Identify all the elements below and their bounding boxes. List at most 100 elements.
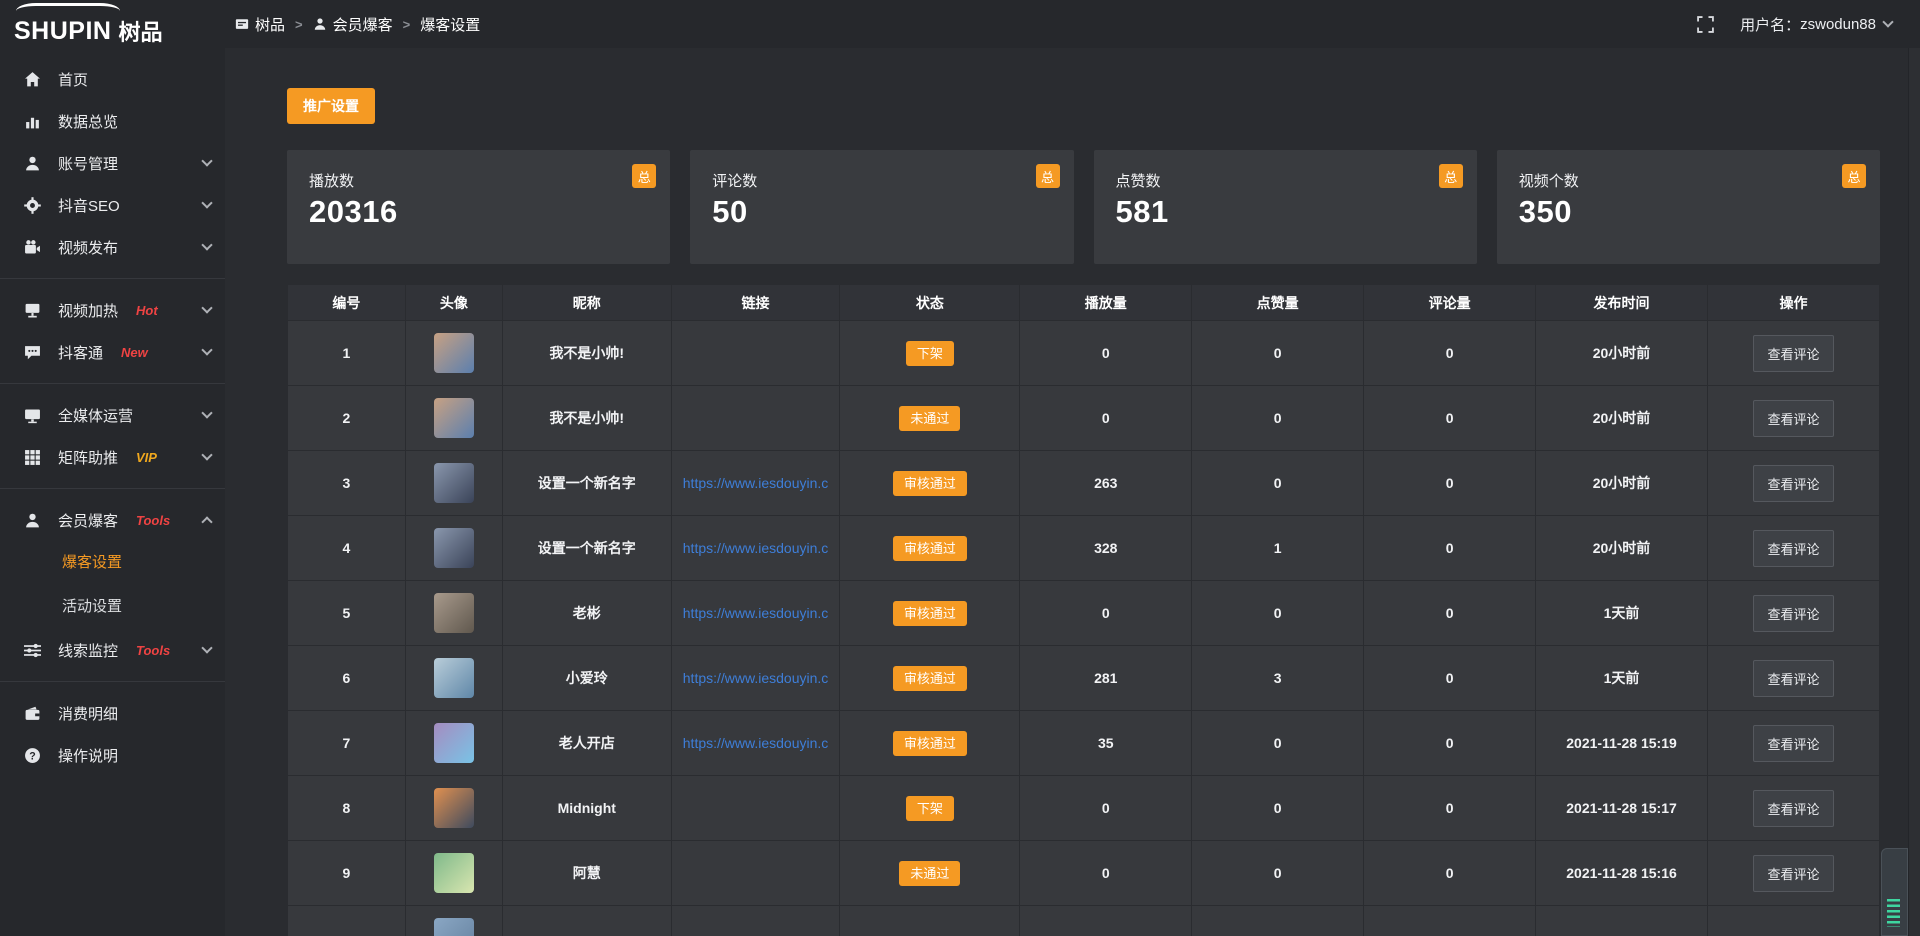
sidebar-item-线索监控[interactable]: 线索监控Tools	[0, 629, 225, 671]
cell-nickname: 老人开店	[502, 711, 671, 776]
cell-plays: 281	[1020, 646, 1192, 711]
cell-id: 3	[288, 451, 406, 516]
cell-action: 查看评论	[1707, 386, 1879, 451]
cell-plays: 0	[1020, 776, 1192, 841]
breadcrumb-label: 爆客设置	[420, 14, 480, 35]
sidebar-item-会员爆客[interactable]: 会员爆客 Tools	[0, 499, 225, 541]
stat-value: 350	[1519, 194, 1860, 230]
sidebar-item-视频发布[interactable]: 视频发布	[0, 226, 225, 268]
sidebar-item-label: 抖客通	[58, 342, 103, 363]
cell-time: 1天前	[1536, 581, 1708, 646]
status-badge: 下架	[906, 341, 954, 366]
view-comments-button[interactable]: 查看评论	[1753, 335, 1833, 372]
breadcrumb-item[interactable]: 爆客设置	[420, 14, 480, 35]
sidebar-item-全媒体运营[interactable]: 全媒体运营	[0, 394, 225, 436]
user-menu[interactable]: 用户名： zswodun88	[1740, 14, 1892, 35]
chevron-down-icon	[201, 239, 212, 250]
chevron-down-icon	[201, 155, 212, 166]
fullscreen-icon[interactable]	[1697, 16, 1714, 33]
cell-comments: 0	[1364, 516, 1536, 581]
app-logo[interactable]: SHUPIN 树品	[0, 0, 225, 48]
sidebar-item-label: 抖音SEO	[58, 195, 120, 216]
video-link[interactable]: https://www.iesdouyin.c	[678, 475, 834, 491]
scrollbar[interactable]	[1908, 48, 1920, 936]
table-row: 2我不是小帅!未通过00020小时前查看评论	[288, 386, 1880, 451]
avatar	[434, 658, 474, 698]
cell-likes: 0	[1192, 386, 1364, 451]
video-link[interactable]: https://www.iesdouyin.c	[678, 735, 834, 751]
view-comments-button[interactable]: 查看评论	[1753, 725, 1833, 762]
view-comments-button[interactable]: 查看评论	[1753, 595, 1833, 632]
cell-comments: 0	[1364, 646, 1536, 711]
column-header: 发布时间	[1536, 285, 1708, 321]
sidebar-item-label: 线索监控	[58, 640, 118, 661]
view-comments-button[interactable]: 查看评论	[1753, 465, 1833, 502]
view-comments-button[interactable]: 查看评论	[1753, 790, 1833, 827]
table-row: 3设置一个新名字https://www.iesdouyin.c审核通过26300…	[288, 451, 1880, 516]
sidebar-item-抖音SEO[interactable]: 抖音SEO	[0, 184, 225, 226]
divider	[0, 383, 225, 384]
cell-status	[840, 906, 1020, 936]
cell-link	[671, 906, 840, 936]
sidebar-subitem-爆客设置[interactable]: 爆客设置	[0, 541, 225, 585]
sidebar-item-badge: New	[121, 345, 148, 360]
sidebar-item-消费明细[interactable]: 消费明细	[0, 692, 225, 734]
cell-time: 1天前	[1536, 646, 1708, 711]
widget-stripes-icon	[1887, 899, 1900, 927]
avatar	[434, 853, 474, 893]
view-comments-button[interactable]: 查看评论	[1753, 530, 1833, 567]
cell-time: 2021-11-28 15:19	[1536, 711, 1708, 776]
sidebar-item-抖客通[interactable]: 抖客通 New	[0, 331, 225, 373]
sidebar-subitem-活动设置[interactable]: 活动设置	[0, 585, 225, 629]
breadcrumb-item[interactable]: 会员爆客	[313, 14, 393, 35]
sidebar-item-操作说明[interactable]: ?操作说明	[0, 734, 225, 776]
view-comments-button[interactable]: 查看评论	[1753, 855, 1833, 892]
sidebar-item-首页[interactable]: 首页	[0, 58, 225, 100]
cell-status: 未通过	[840, 386, 1020, 451]
cell-time: 2021-11-28 15:16	[1536, 841, 1708, 906]
avatar	[434, 398, 474, 438]
cell-action: 查看评论	[1707, 516, 1879, 581]
promo-settings-button[interactable]: 推广设置	[287, 88, 375, 124]
status-badge: 审核通过	[893, 601, 967, 626]
cell-avatar	[405, 581, 502, 646]
video-link[interactable]: https://www.iesdouyin.c	[678, 670, 834, 686]
sidebar-item-label: 账号管理	[58, 153, 118, 174]
sidebar-item-账号管理[interactable]: 账号管理	[0, 142, 225, 184]
avatar	[434, 788, 474, 828]
cell-nickname: 我不是小帅!	[502, 386, 671, 451]
username-value: zswodun88	[1800, 16, 1876, 33]
sidebar-item-label: 视频发布	[58, 237, 118, 258]
column-header: 头像	[405, 285, 502, 321]
sidebar-item-badge: Tools	[136, 513, 170, 528]
sidebar-item-矩阵助推[interactable]: 矩阵助推VIP	[0, 436, 225, 478]
video-link[interactable]: https://www.iesdouyin.c	[678, 605, 834, 621]
cell-status: 审核通过	[840, 516, 1020, 581]
view-comments-button[interactable]: 查看评论	[1753, 400, 1833, 437]
cell-link: https://www.iesdouyin.c	[671, 646, 840, 711]
chevron-down-icon	[201, 449, 212, 460]
monitor-icon	[24, 407, 44, 424]
cell-avatar	[405, 776, 502, 841]
cell-time: 20小时前	[1536, 321, 1708, 386]
cell-avatar	[405, 451, 502, 516]
sidebar-item-数据总览[interactable]: 数据总览	[0, 100, 225, 142]
column-header: 昵称	[502, 285, 671, 321]
cell-likes	[1192, 906, 1364, 936]
cell-action: 查看评论	[1707, 711, 1879, 776]
sidebar-item-label: 会员爆客	[58, 510, 118, 531]
cell-status: 审核通过	[840, 451, 1020, 516]
cell-time: 20小时前	[1536, 516, 1708, 581]
sidebar-item-label: 操作说明	[58, 745, 118, 766]
view-comments-button[interactable]: 查看评论	[1753, 660, 1833, 697]
floating-widget[interactable]	[1881, 848, 1908, 936]
cell-avatar	[405, 906, 502, 936]
status-badge: 审核通过	[893, 666, 967, 691]
cell-time	[1536, 906, 1708, 936]
breadcrumb-item[interactable]: 树品	[235, 14, 285, 35]
video-link[interactable]: https://www.iesdouyin.c	[678, 540, 834, 556]
chat-icon	[24, 344, 44, 361]
page: SHUPIN 树品 首页数据总览账号管理抖音SEO 视频发布视频加热Hot 抖客通 N…	[0, 0, 1920, 936]
sidebar-item-视频加热[interactable]: 视频加热Hot	[0, 289, 225, 331]
cell-avatar	[405, 841, 502, 906]
